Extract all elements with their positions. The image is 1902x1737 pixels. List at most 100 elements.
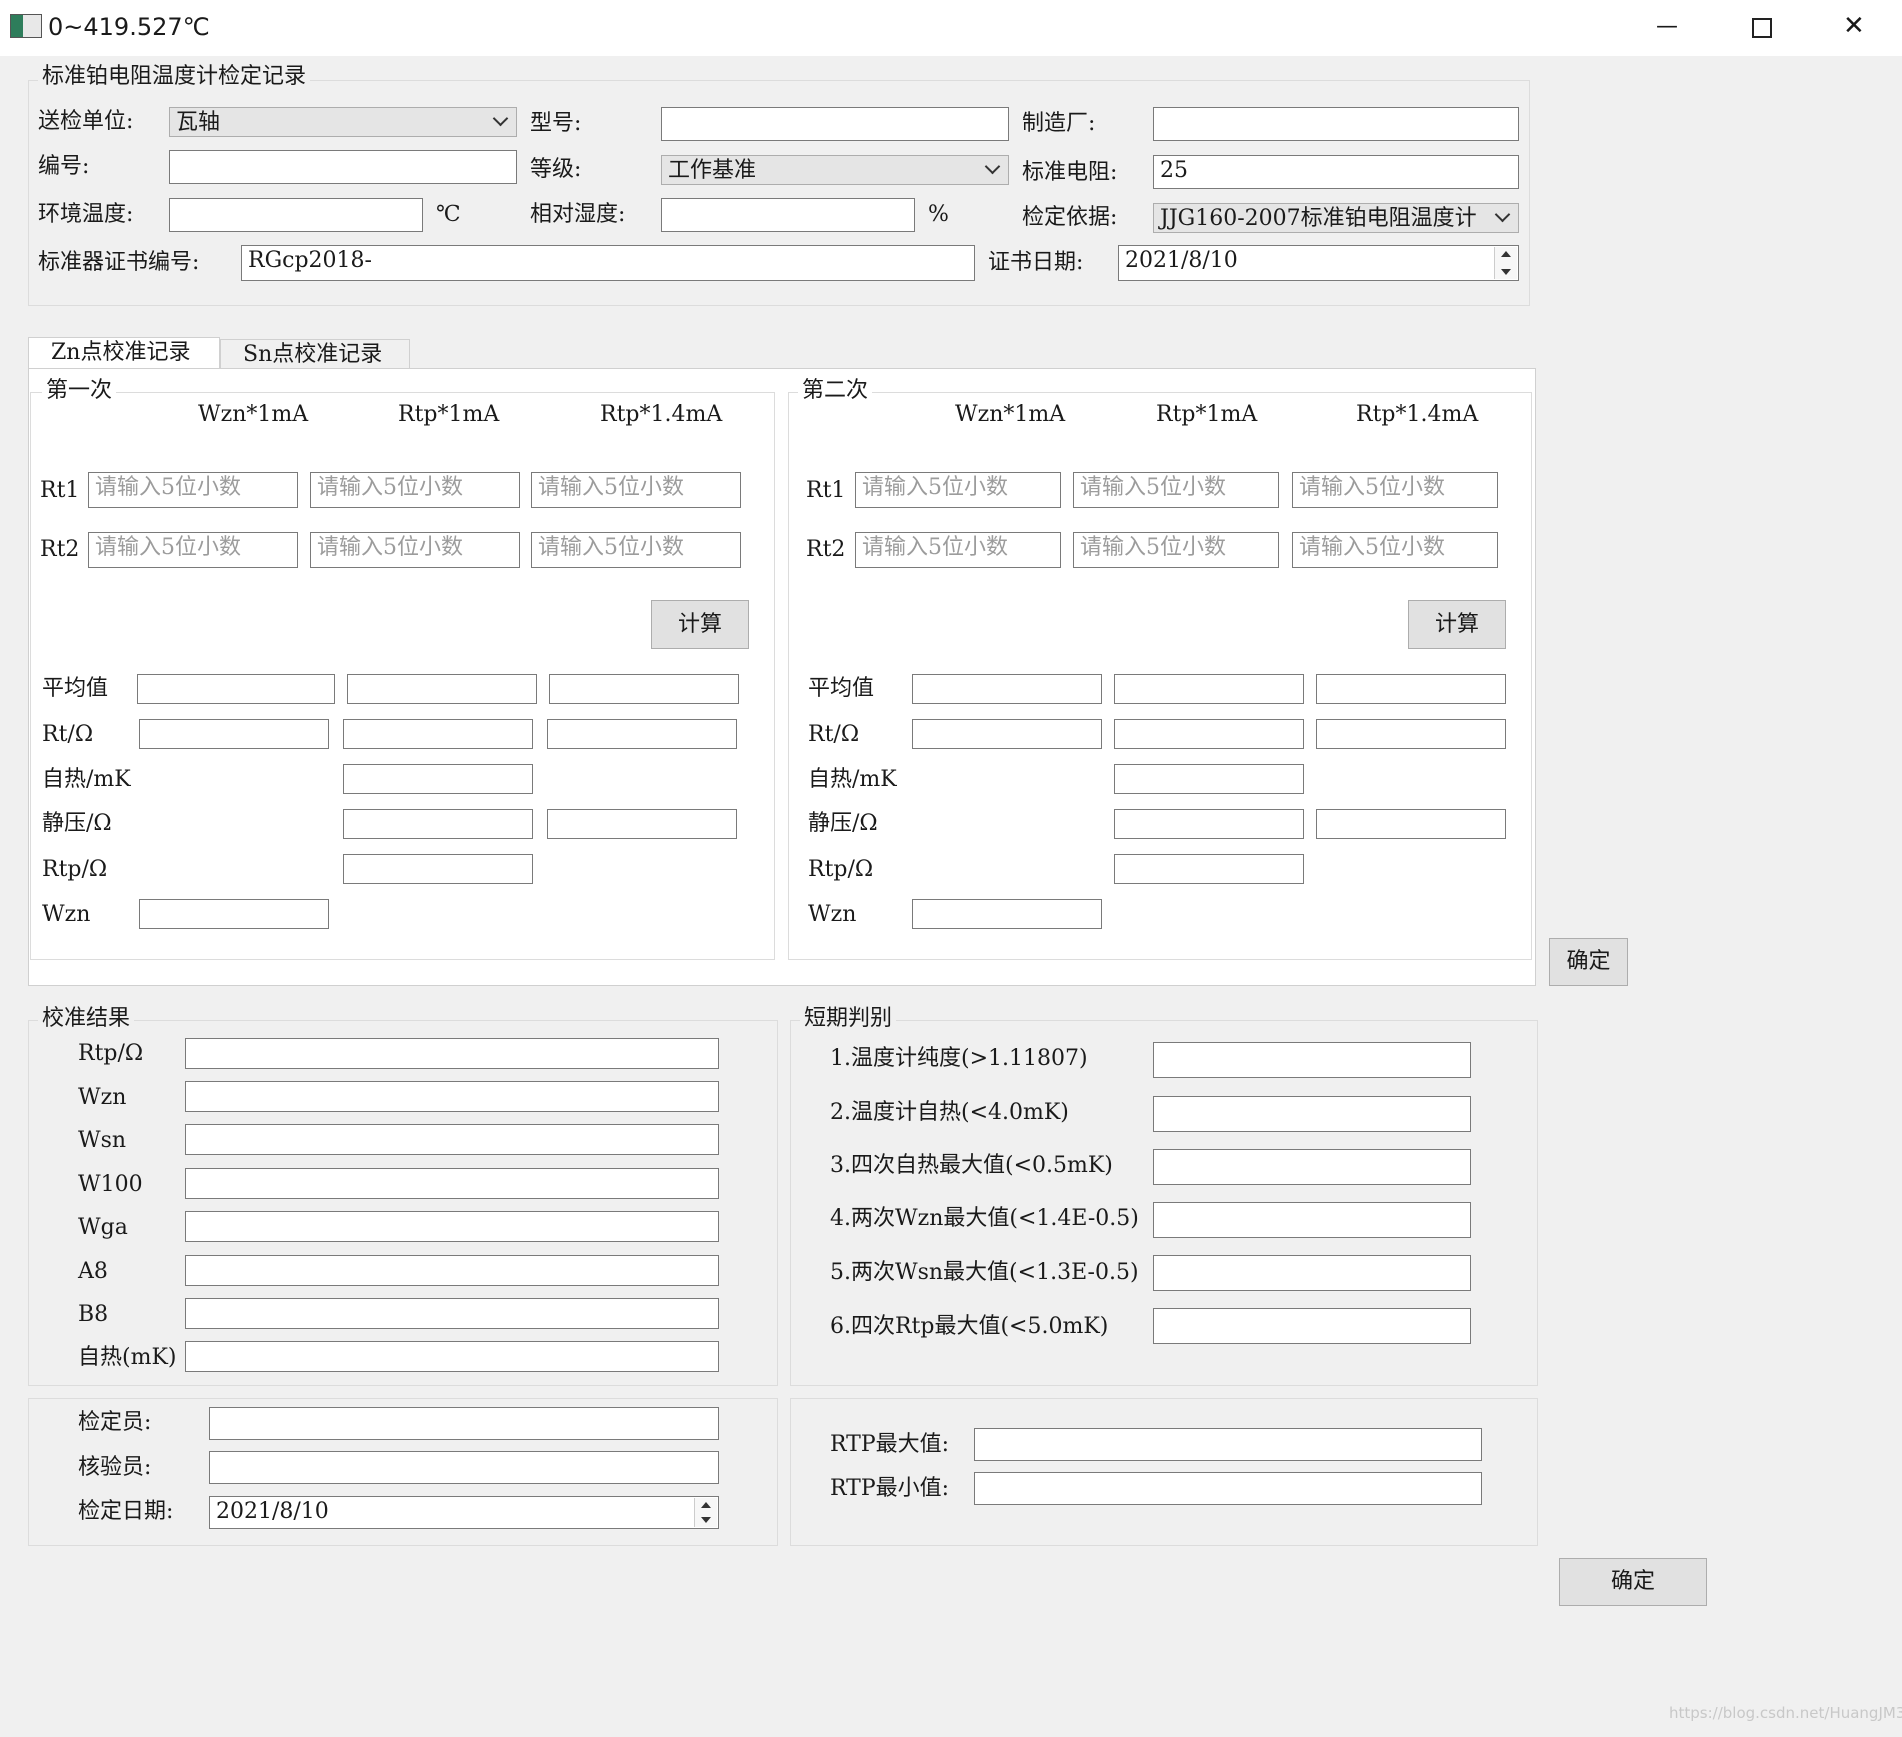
serial-input[interactable]	[169, 150, 517, 184]
verify-date-input[interactable]: 2021/8/10	[209, 1496, 719, 1529]
first-rt-rtp[interactable]	[343, 719, 533, 749]
second-wzn[interactable]	[912, 899, 1102, 929]
date-spinner[interactable]	[1494, 247, 1517, 279]
result-label-self-heat: 自热(mK)	[78, 1345, 177, 1370]
result-a8-input[interactable]	[185, 1255, 719, 1286]
second-avg-rtp[interactable]	[1114, 674, 1304, 704]
maker-input[interactable]	[1153, 107, 1519, 141]
calibration-confirm-button[interactable]: 确定	[1549, 938, 1628, 986]
verify-date-value: 2021/8/10	[216, 1499, 329, 1524]
window-title: 0~419.527℃	[48, 13, 210, 41]
shortterm-input-2[interactable]	[1153, 1096, 1471, 1132]
spin-up-icon[interactable]	[1501, 251, 1511, 257]
shortterm-input-4[interactable]	[1153, 1202, 1471, 1238]
first-static-rtp14[interactable]	[547, 809, 737, 839]
second-rt2-rtp-input[interactable]: 请输入5位小数	[1073, 532, 1279, 568]
first-self-heat[interactable]	[343, 764, 533, 794]
first-group-title: 第一次	[42, 376, 117, 406]
second-rt1-wzn-input[interactable]: 请输入5位小数	[855, 472, 1061, 508]
send-unit-value: 瓦轴	[176, 110, 221, 135]
close-icon[interactable]: ✕	[1843, 11, 1865, 41]
avg-label: 平均值	[42, 676, 109, 701]
first-avg-rtp[interactable]	[347, 674, 537, 704]
result-rtp-input[interactable]	[185, 1038, 719, 1069]
second-static-rtp[interactable]	[1114, 809, 1304, 839]
model-label: 型号:	[530, 111, 582, 136]
rtp-min-input[interactable]	[974, 1472, 1482, 1505]
first-static-rtp[interactable]	[343, 809, 533, 839]
second-static-rtp14[interactable]	[1316, 809, 1506, 839]
rtp-max-input[interactable]	[974, 1428, 1482, 1461]
shortterm-group-title: 短期判别	[800, 1004, 897, 1034]
first-rt-wzn[interactable]	[139, 719, 329, 749]
second-rt-wzn[interactable]	[912, 719, 1102, 749]
tab-zn[interactable]: Zn点校准记录	[28, 337, 220, 370]
shortterm-input-5[interactable]	[1153, 1255, 1471, 1291]
basis-select[interactable]: JJG160-2007标准铂电阻温度计	[1153, 203, 1519, 233]
second-rt1-rtp14-input[interactable]: 请输入5位小数	[1292, 472, 1498, 508]
shortterm-input-3[interactable]	[1153, 1149, 1471, 1185]
result-label-a8: A8	[78, 1259, 108, 1284]
second-rtp[interactable]	[1114, 854, 1304, 884]
spin-down-icon[interactable]	[701, 1517, 711, 1523]
first-rt2-rtp-input[interactable]: 请输入5位小数	[310, 532, 520, 568]
std-res-label: 标准电阻:	[1022, 160, 1118, 185]
grade-select[interactable]: 工作基准	[661, 155, 1009, 185]
std-res-input[interactable]: 25	[1153, 155, 1519, 189]
col-header-rtp14: Rtp*1.4mA	[600, 402, 723, 427]
second-rt2-rtp14-input[interactable]: 请输入5位小数	[1292, 532, 1498, 568]
cert-date-value: 2021/8/10	[1125, 248, 1238, 273]
result-wsn-input[interactable]	[185, 1124, 719, 1155]
chevron-down-icon	[984, 158, 1001, 175]
env-temp-input[interactable]	[169, 198, 423, 232]
first-rtp[interactable]	[343, 854, 533, 884]
minimize-icon[interactable]: —	[1656, 12, 1678, 42]
first-rt2-rtp14-input[interactable]: 请输入5位小数	[531, 532, 741, 568]
cert-no-input[interactable]: RGcp2018-	[241, 245, 975, 281]
second-self-heat[interactable]	[1114, 764, 1304, 794]
first-rt-rtp14[interactable]	[547, 719, 737, 749]
maximize-icon[interactable]	[1752, 18, 1772, 38]
humidity-input[interactable]	[661, 198, 915, 232]
shortterm-input-1[interactable]	[1153, 1042, 1471, 1078]
results-group	[28, 1020, 778, 1386]
result-wzn-input[interactable]	[185, 1081, 719, 1112]
second-avg-wzn[interactable]	[912, 674, 1102, 704]
second-calc-button[interactable]: 计算	[1408, 600, 1506, 649]
first-avg-rtp14[interactable]	[549, 674, 739, 704]
model-input[interactable]	[661, 107, 1009, 141]
spin-up-icon[interactable]	[701, 1502, 711, 1508]
result-b8-input[interactable]	[185, 1298, 719, 1329]
verifier-label: 检定员:	[78, 1410, 152, 1435]
humidity-unit: %	[928, 202, 949, 227]
first-wzn[interactable]	[139, 899, 329, 929]
first-rt2-wzn-input[interactable]: 请输入5位小数	[88, 532, 298, 568]
first-rt1-rtp-input[interactable]: 请输入5位小数	[310, 472, 520, 508]
second-rt-rtp14[interactable]	[1316, 719, 1506, 749]
shortterm-input-6[interactable]	[1153, 1308, 1471, 1344]
first-rt1-wzn-input[interactable]: 请输入5位小数	[88, 472, 298, 508]
send-unit-select[interactable]: 瓦轴	[169, 107, 517, 137]
grade-label: 等级:	[530, 157, 582, 182]
second-rt1-rtp-input[interactable]: 请输入5位小数	[1073, 472, 1279, 508]
result-self-heat-input[interactable]	[185, 1341, 719, 1372]
footer-confirm-button[interactable]: 确定	[1559, 1558, 1707, 1606]
shortterm-label-3: 3.四次自热最大值(<0.5mK)	[830, 1153, 1113, 1178]
results-group-title: 校准结果	[38, 1004, 135, 1034]
second-rt-rtp[interactable]	[1114, 719, 1304, 749]
first-avg-wzn[interactable]	[137, 674, 335, 704]
second-avg-rtp14[interactable]	[1316, 674, 1506, 704]
cert-date-input[interactable]: 2021/8/10	[1118, 245, 1519, 281]
spin-down-icon[interactable]	[1501, 269, 1511, 275]
verifier-input[interactable]	[209, 1407, 719, 1440]
result-wga-input[interactable]	[185, 1211, 719, 1242]
date-spinner[interactable]	[694, 1498, 717, 1527]
first-calc-button[interactable]: 计算	[651, 600, 749, 649]
chevron-down-icon	[492, 110, 509, 127]
tab-sn[interactable]: Sn点校准记录	[220, 339, 410, 369]
result-w100-input[interactable]	[185, 1168, 719, 1199]
maker-label: 制造厂:	[1022, 111, 1096, 136]
first-rt1-rtp14-input[interactable]: 请输入5位小数	[531, 472, 741, 508]
checker-input[interactable]	[209, 1451, 719, 1484]
second-rt2-wzn-input[interactable]: 请输入5位小数	[855, 532, 1061, 568]
